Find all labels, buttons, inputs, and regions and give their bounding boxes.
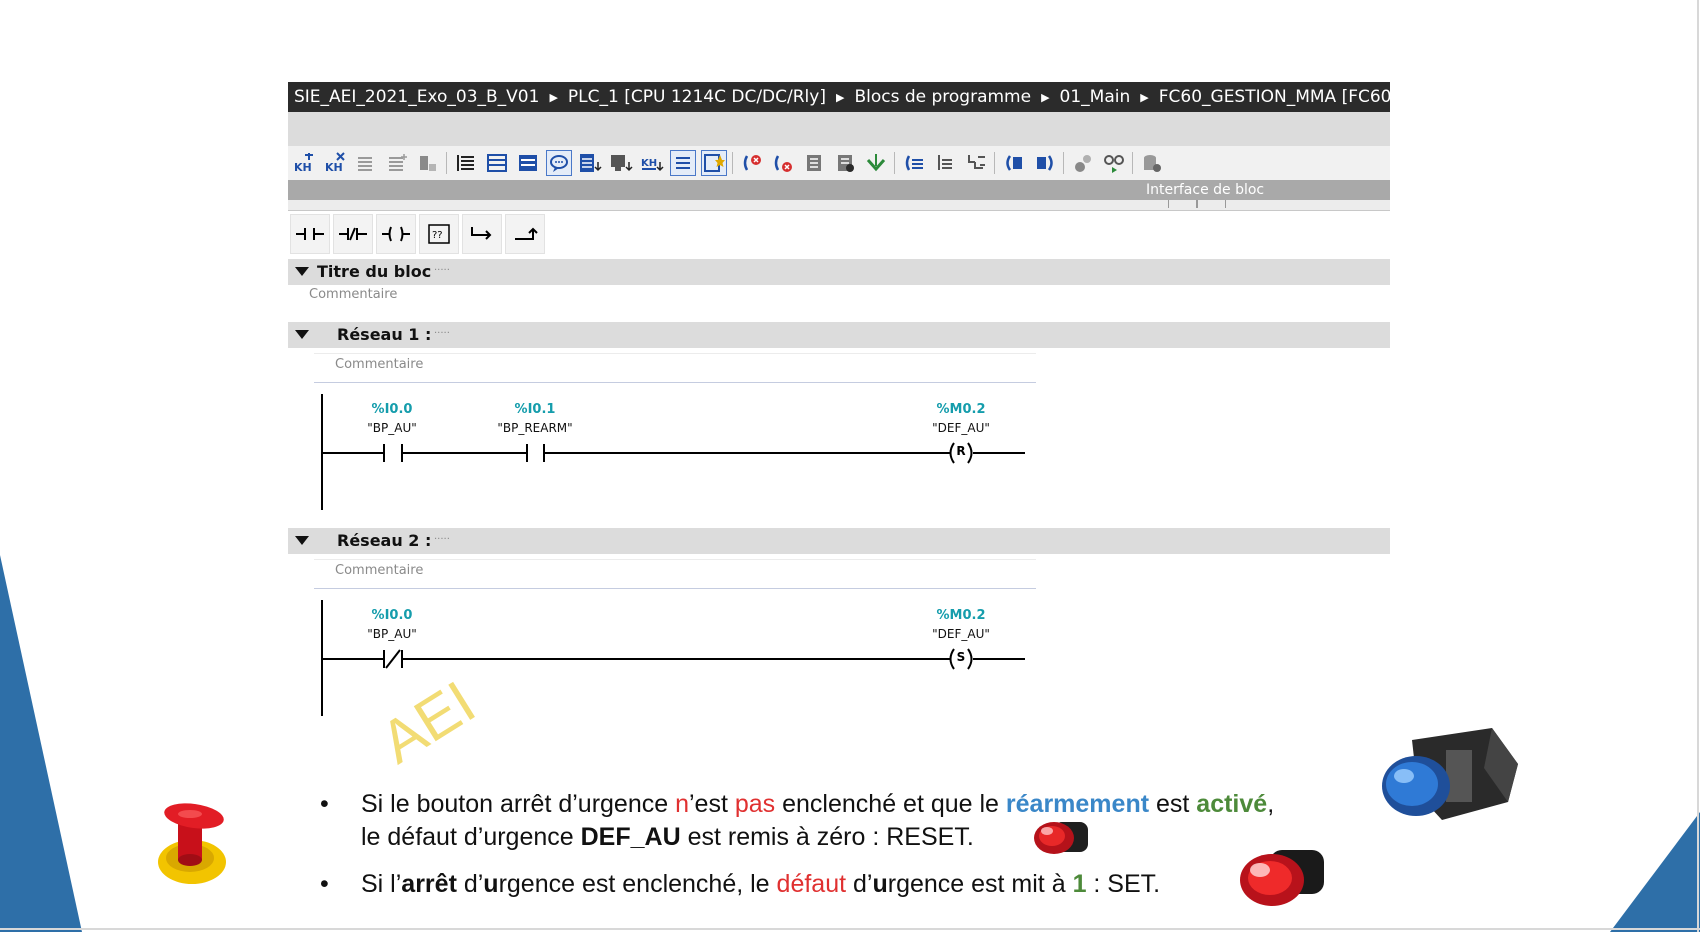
bullet-1-text: Si le bouton arrêt d’urgence n’est pas e… xyxy=(361,790,1275,851)
coil-tag: "DEF_AU" xyxy=(932,421,990,435)
coil-tag: "DEF_AU" xyxy=(932,627,990,641)
network-2-comment: Commentaire xyxy=(335,563,424,578)
bullet-2-text: Si l’arrêt d’urgence est enclenché, le d… xyxy=(361,870,1161,898)
contact-address: %I0.1 xyxy=(514,402,556,417)
network-2-title: Réseau 2 : xyxy=(337,531,432,550)
emergency-stop-button-image xyxy=(158,803,226,884)
network-1-contact-bp-rearm[interactable] xyxy=(526,444,545,462)
coil-letter: S xyxy=(956,650,966,664)
contact-tag: "BP_REARM" xyxy=(497,421,573,435)
coil-address: %M0.2 xyxy=(936,608,986,623)
network-1-contact-bp-au[interactable] xyxy=(383,444,403,462)
coil-address: %M0.2 xyxy=(936,402,986,417)
network-2-nc-contact-bp-au[interactable] xyxy=(383,649,403,669)
bullet-dot: • xyxy=(320,790,329,818)
contact-tag: "BP_AU" xyxy=(367,627,417,641)
rearm-blue-button-image xyxy=(1382,728,1518,820)
contact-address: %I0.0 xyxy=(371,608,413,623)
contact-address: %I0.0 xyxy=(371,402,413,417)
network-2-title-placeholder[interactable]: ..... xyxy=(434,531,450,542)
bullet-dot: • xyxy=(320,870,329,898)
coil-letter: R xyxy=(956,444,966,458)
network-2-bar[interactable]: Réseau 2 : ..... xyxy=(288,528,1390,554)
bullet-2: • Si l’arrêt d’urgence est enclenché, le… xyxy=(320,868,1380,901)
contact-tag: "BP_AU" xyxy=(367,421,417,435)
collapse-triangle-icon[interactable] xyxy=(295,536,309,545)
explanation-bullets: • Si le bouton arrêt d’urgence n’est pas… xyxy=(320,788,1380,901)
bullet-1: • Si le bouton arrêt d’urgence n’est pas… xyxy=(320,788,1380,854)
